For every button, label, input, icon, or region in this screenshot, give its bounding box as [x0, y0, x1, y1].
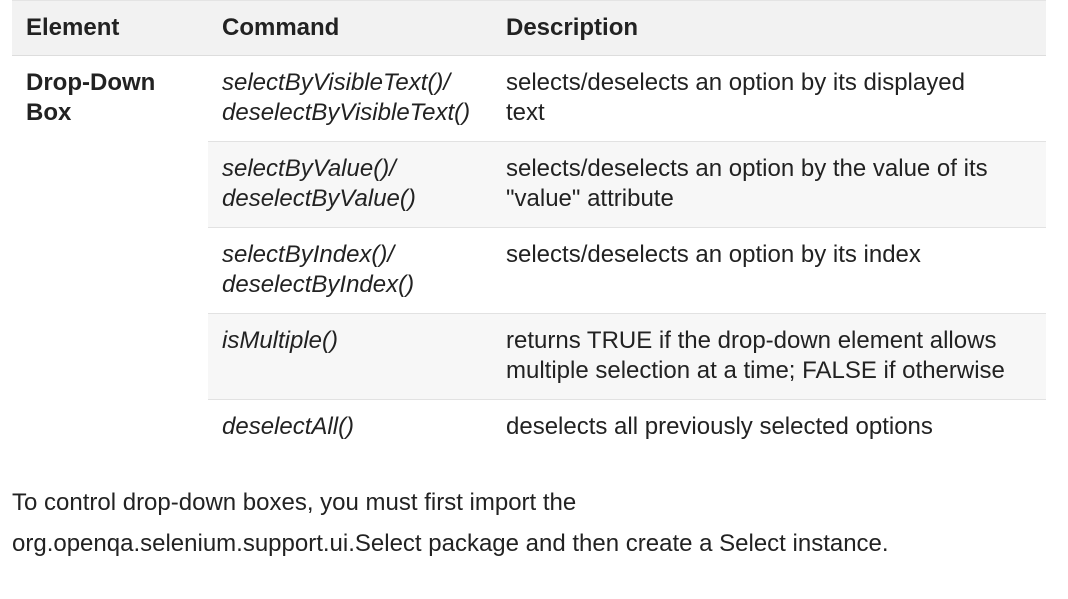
command-text: deselectByIndex()	[222, 271, 415, 298]
description-text: "value" attribute	[506, 185, 674, 212]
command-cell: selectByIndex()/ deselectByIndex()	[208, 227, 492, 314]
paragraph-line: To control drop-down boxes, you must fir…	[12, 489, 577, 516]
description-cell: returns TRUE if the drop-down element al…	[492, 313, 1046, 400]
command-cell: selectByValue()/ deselectByValue()	[208, 141, 492, 228]
element-label-line2: Box	[26, 99, 72, 126]
table-header-row: Element Command Description	[12, 0, 1046, 56]
description-text: multiple selection at a time; FALSE if o…	[506, 357, 1005, 384]
element-label-line1: Drop-Down	[26, 69, 156, 96]
description-text: selects/deselects an option by the value…	[506, 155, 988, 182]
command-cell: isMultiple()	[208, 313, 492, 400]
body-paragraph: To control drop-down boxes, you must fir…	[12, 482, 1052, 564]
command-text: deselectByValue()	[222, 185, 416, 212]
header-command: Command	[208, 0, 492, 56]
paragraph-line: org.openqa.selenium.support.ui.Select pa…	[12, 530, 889, 557]
table-row: Drop-Down Box selectByVisibleText()/ des…	[12, 55, 1046, 455]
description-text: selects/deselects an option by its displ…	[506, 69, 965, 96]
command-cell: selectByVisibleText()/ deselectByVisible…	[208, 55, 492, 142]
header-description: Description	[492, 0, 1046, 56]
description-cell: deselects all previously selected option…	[492, 400, 1046, 456]
description-cell: selects/deselects an option by its index	[492, 227, 1046, 314]
command-text: selectByVisibleText()/	[222, 69, 451, 96]
description-cell: selects/deselects an option by the value…	[492, 141, 1046, 228]
description-text: returns TRUE if the drop-down element al…	[506, 327, 997, 354]
command-cell: deselectAll()	[208, 400, 492, 456]
command-text: isMultiple()	[222, 327, 339, 354]
description-text: text	[506, 99, 545, 126]
commands-table: Element Command Description Drop-Down Bo…	[12, 0, 1046, 455]
element-cell: Drop-Down Box	[12, 55, 208, 455]
command-text: deselectByVisibleText()	[222, 99, 471, 126]
command-text: selectByValue()/	[222, 155, 396, 182]
header-element: Element	[12, 0, 208, 56]
description-text: deselects all previously selected option…	[506, 413, 933, 440]
command-text: selectByIndex()/	[222, 241, 395, 268]
description-cell: selects/deselects an option by its displ…	[492, 55, 1046, 142]
command-text: deselectAll()	[222, 413, 355, 440]
description-text: selects/deselects an option by its index	[506, 241, 921, 268]
